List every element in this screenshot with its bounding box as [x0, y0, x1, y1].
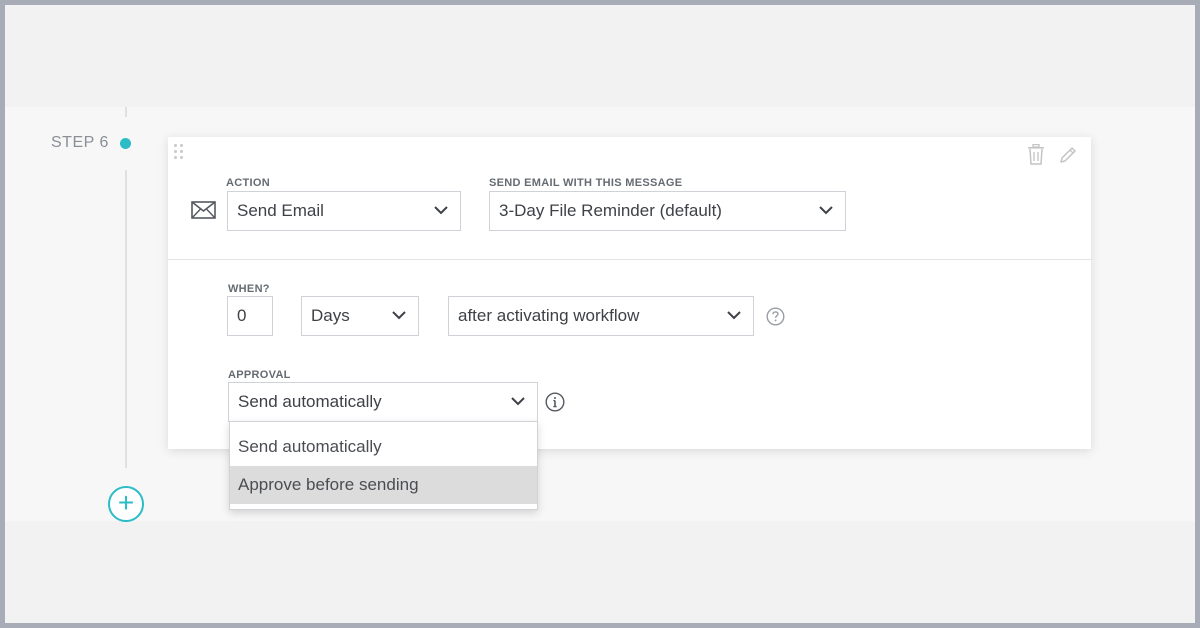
when-unit-value: Days	[311, 306, 350, 325]
approval-select-value: Send automatically	[238, 392, 382, 411]
chevron-down-icon	[511, 397, 525, 406]
timeline-line	[125, 170, 127, 468]
chevron-down-icon	[727, 311, 741, 320]
step-dot	[120, 138, 131, 149]
when-amount-input[interactable]: 0	[227, 296, 273, 336]
drag-handle-icon[interactable]	[174, 144, 186, 160]
question-circle-icon[interactable]	[766, 307, 785, 326]
when-unit-select[interactable]: Days	[301, 296, 419, 336]
approval-dropdown: Send automatically Approve before sendin…	[229, 421, 538, 510]
chevron-down-icon	[819, 206, 833, 215]
add-step-button[interactable]: +	[108, 486, 144, 522]
approval-select[interactable]: Send automatically	[228, 382, 538, 422]
when-trigger-value: after activating workflow	[458, 306, 640, 325]
action-select[interactable]: Send Email	[227, 191, 461, 231]
approval-option-approve-before-sending[interactable]: Approve before sending	[230, 466, 537, 504]
card-divider	[168, 259, 1091, 260]
message-label: SEND EMAIL WITH THIS MESSAGE	[489, 177, 683, 189]
trash-icon[interactable]	[1027, 143, 1045, 165]
action-select-value: Send Email	[237, 201, 324, 220]
approval-option-send-automatically[interactable]: Send automatically	[230, 428, 537, 466]
envelope-icon	[191, 201, 216, 219]
message-select-value: 3-Day File Reminder (default)	[499, 201, 722, 220]
chevron-down-icon	[434, 206, 448, 215]
pencil-icon[interactable]	[1058, 145, 1078, 165]
approval-label: APPROVAL	[228, 369, 291, 381]
step-label: STEP 6	[51, 134, 109, 151]
info-circle-icon[interactable]	[545, 392, 565, 412]
message-select[interactable]: 3-Day File Reminder (default)	[489, 191, 846, 231]
when-label: WHEN?	[228, 283, 270, 295]
action-label: ACTION	[226, 177, 270, 189]
when-trigger-select[interactable]: after activating workflow	[448, 296, 754, 336]
chevron-down-icon	[392, 311, 406, 320]
timeline-line-top	[125, 107, 127, 117]
